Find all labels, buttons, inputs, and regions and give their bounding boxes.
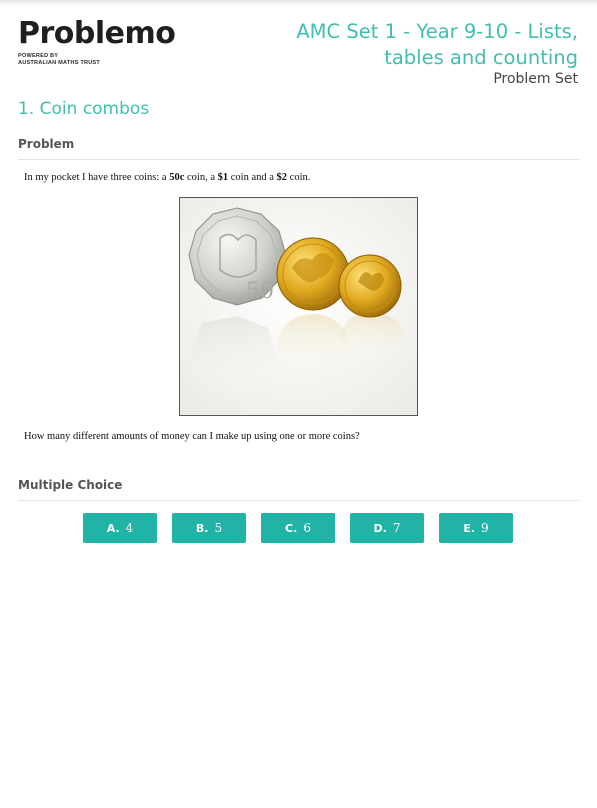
top-shadow [0,0,597,6]
choice-c-value: 6 [303,521,311,535]
choice-d-value: 7 [392,521,401,535]
intro-amount-1: $1 [217,172,229,183]
choice-d-button[interactable]: D. 7 [350,513,424,543]
intro-text-3: coin and a [228,172,277,183]
question-number: 1. [18,99,35,119]
intro-amount-2: $2 [276,172,288,183]
choices-divider [18,500,579,501]
set-title-line2: tables and counting [384,46,578,69]
intro-text-1: In my pocket I have three coins: a [24,172,170,183]
logo-wordmark: Problemo [18,16,176,51]
intro-amount-50c: 50c [169,172,185,183]
coins-image: 50 [179,197,418,416]
intro-text-4: coin. [287,172,311,183]
choice-e-button[interactable]: E. 9 [439,513,513,543]
choice-c-letter: C. [285,521,298,535]
set-subtitle: Problem Set [493,71,578,87]
problem-heading: Problem [18,137,75,151]
problemo-logo[interactable]: Problemo POWERED BY AUSTRALIAN MATHS TRU… [18,16,176,66]
intro-text-2: coin, a [184,172,218,183]
problem-intro: In my pocket I have three coins: a 50c c… [24,172,310,183]
multiple-choice-heading: Multiple Choice [18,478,123,492]
logo-tagline: POWERED BY AUSTRALIAN MATHS TRUST [18,53,175,66]
choice-b-letter: B. [195,521,209,535]
choice-d-letter: D. [373,521,387,535]
set-title: AMC Set 1 - Year 9-10 - Lists, tables an… [248,19,578,71]
choice-b-button[interactable]: B. 5 [172,513,246,543]
choice-buttons: A. 4 B. 5 C. 6 D. 7 E. 9 [83,513,513,543]
question-title-text: Coin combos [39,99,150,119]
problem-prompt: How many different amounts of money can … [24,431,360,442]
svg-text:50: 50 [246,279,274,304]
choice-a-letter: A. [106,521,120,535]
problem-divider [18,159,579,160]
choice-a-button[interactable]: A. 4 [83,513,157,543]
choice-b-value: 5 [214,521,223,535]
logo-tagline-line2: AUSTRALIAN MATHS TRUST [18,59,100,66]
choice-e-letter: E. [463,521,476,535]
set-title-line1: AMC Set 1 - Year 9-10 - Lists, [296,20,578,43]
question-title: 1. Coin combos [18,99,149,119]
choice-a-value: 4 [125,521,134,535]
set-header: AMC Set 1 - Year 9-10 - Lists, tables an… [248,19,578,87]
choice-e-value: 9 [481,521,489,535]
coins-illustration: 50 [180,198,417,415]
logo-tagline-line1: POWERED BY [18,53,59,59]
choice-c-button[interactable]: C. 6 [261,513,335,543]
